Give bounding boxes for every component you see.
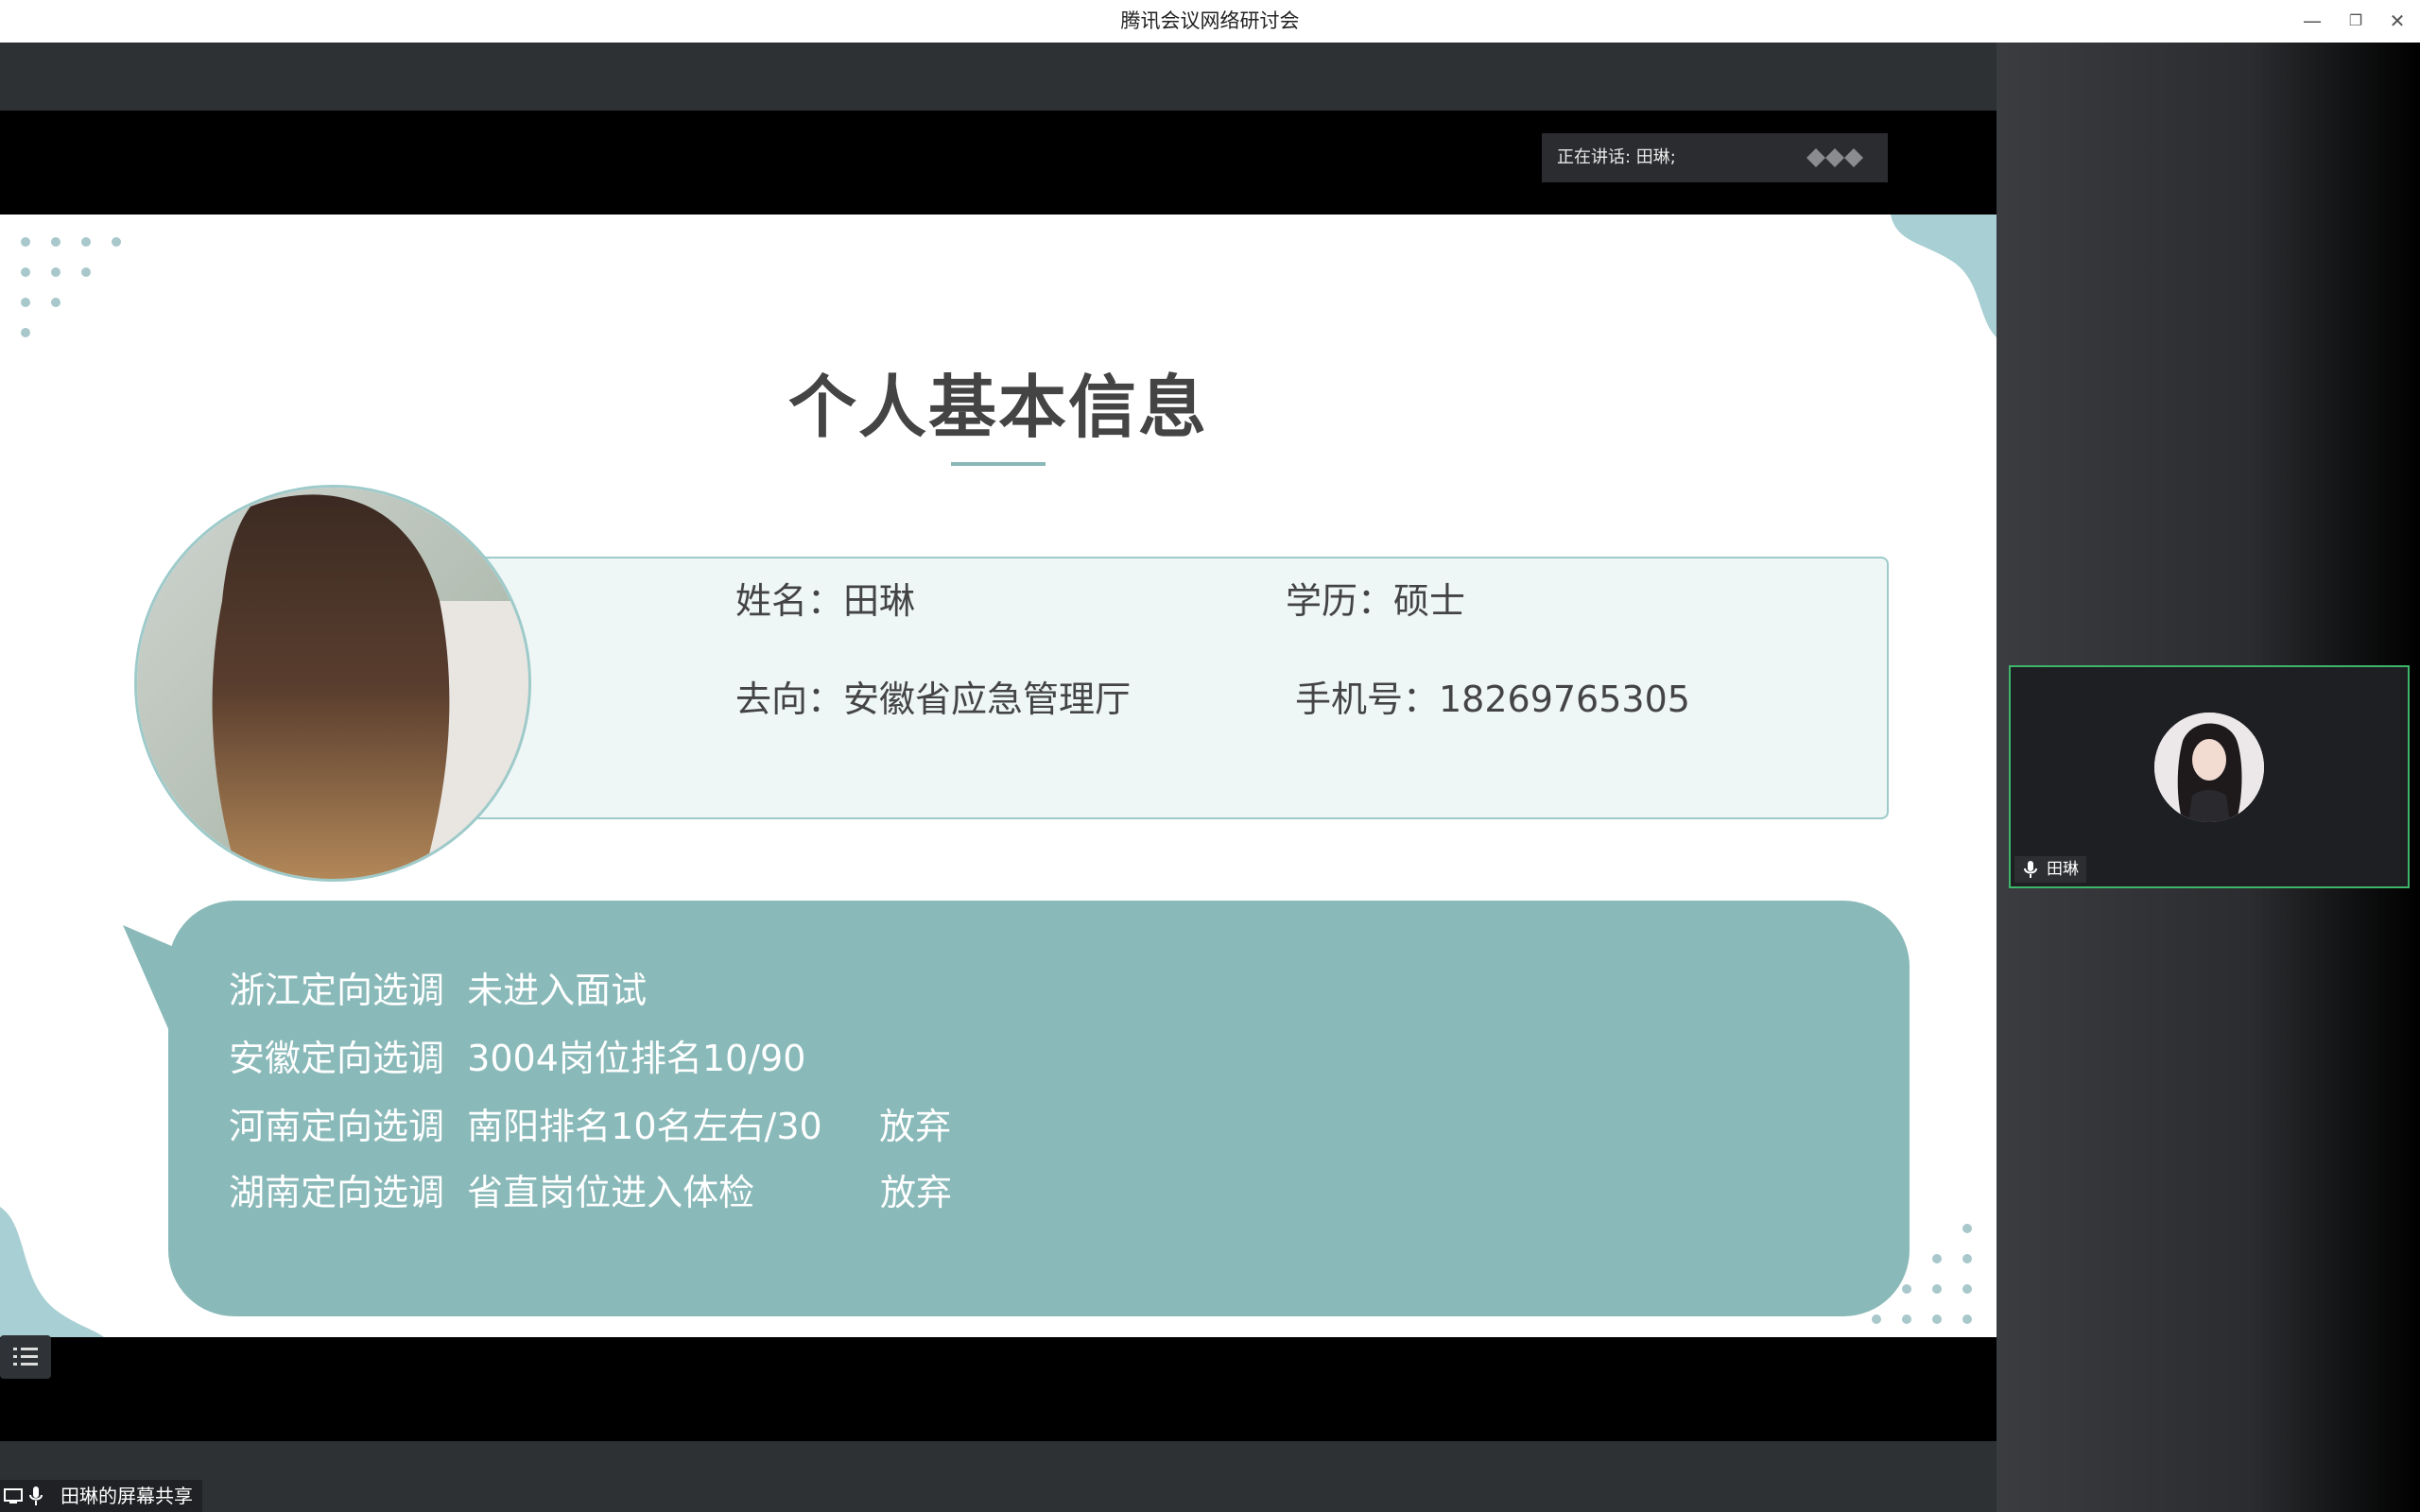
stage-top-strip	[0, 43, 1996, 111]
profile-photo	[134, 485, 531, 882]
presentation-slide: 个人基本信息 姓名：田琳 学历：硕士 去向：安徽省应急管理厅 手机号：18269…	[0, 215, 1996, 1337]
screen-share-label: 田琳的屏幕共享	[60, 1485, 193, 1507]
window-title: 腾讯会议网络研讨会	[1120, 9, 1300, 32]
bubble-line: 湖南定向选调 省直岗位进入体检 放弃	[229, 1172, 953, 1213]
speaking-label: 正在讲话: 田琳;	[1557, 147, 1676, 167]
close-icon[interactable]: ✕	[2386, 9, 2409, 32]
participant-name-tag: 田琳	[2014, 856, 2086, 883]
info-destination: 去向：安徽省应急管理厅	[735, 679, 1132, 720]
restore-icon[interactable]: ❐	[2344, 9, 2367, 32]
letterbox-bottom	[0, 1337, 1996, 1441]
shared-screen-stage: 正在讲话: 田琳; 个人基本信息 姓名：田琳 学历：硕士 去向：安徽省应急管理厅…	[0, 43, 1996, 1512]
info-education: 学历：硕士	[1286, 580, 1466, 622]
bubble-line: 河南定向选调 南阳排名10名左右/30 放弃	[229, 1106, 952, 1147]
participant-name: 田琳	[2047, 860, 2079, 879]
speaking-indicator: 正在讲话: 田琳;	[1542, 133, 1888, 182]
decor-corner-bottom-left	[0, 1207, 104, 1337]
title-underline	[951, 462, 1046, 466]
participant-video-tile[interactable]: 田琳	[2009, 665, 2410, 888]
microphone-icon	[29, 1486, 43, 1505]
screen-share-icon	[4, 1488, 23, 1503]
list-icon	[13, 1348, 38, 1366]
slide-title: 个人基本信息	[787, 368, 1208, 447]
bubble-line: 浙江定向选调 未进入面试	[229, 970, 648, 1011]
bubble-line: 安徽定向选调 3004岗位排名10/90	[229, 1038, 806, 1079]
microphone-icon	[2024, 861, 2037, 878]
decor-corner-top-right	[1891, 215, 1996, 337]
info-name: 姓名：田琳	[735, 580, 916, 622]
audio-wave-icon	[1806, 148, 1863, 167]
info-phone: 手机号：18269765305	[1295, 679, 1690, 720]
participant-avatar	[2154, 713, 2264, 822]
window-titlebar: 腾讯会议网络研讨会 — ❐ ✕	[0, 0, 2420, 43]
minimize-icon[interactable]: —	[2301, 9, 2324, 32]
slide-list-button[interactable]	[0, 1335, 51, 1379]
screen-share-status: 田琳的屏幕共享	[0, 1480, 202, 1512]
